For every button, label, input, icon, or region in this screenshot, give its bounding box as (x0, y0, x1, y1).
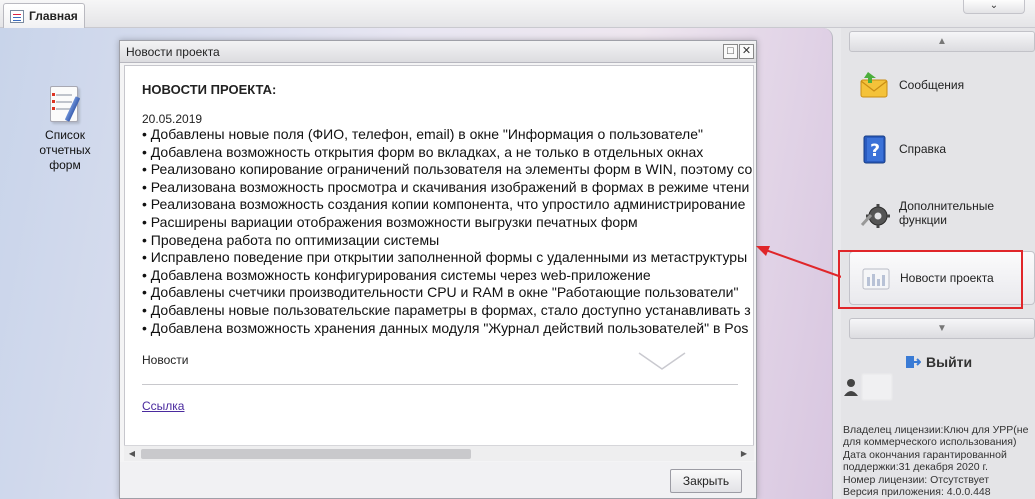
home-tab-icon (10, 9, 24, 23)
chevron-down-icon: ▼ (937, 323, 947, 334)
collapse-chevron-button[interactable]: ⌄ (963, 0, 1025, 14)
divider (142, 384, 738, 385)
exit-label: Выйти (926, 354, 973, 370)
menu-item-help[interactable]: ? Справка (849, 122, 1035, 176)
list-item: Реализована возможность просмотра и скач… (142, 179, 752, 197)
close-button[interactable]: Закрыть (670, 469, 742, 493)
highlight-annotation-box (838, 250, 1023, 309)
news-footer-label: Новости (142, 353, 189, 367)
list-item: Добавлена возможность открытия форм во в… (142, 144, 752, 162)
exit-button[interactable]: Выйти (905, 354, 972, 370)
tab-home[interactable]: Главная (3, 3, 85, 28)
menu-item-label: Сообщения (899, 78, 965, 92)
list-item: Добавлены новые поля (ФИО, телефон, emai… (142, 126, 752, 144)
dialog-title: Новости проекта (126, 45, 220, 59)
menu-item-messages[interactable]: Сообщения (849, 58, 1035, 112)
close-icon: ✕ (741, 45, 752, 57)
horizontal-scrollbar[interactable]: ◀ ▶ (124, 445, 754, 461)
menu-scroll-down-button[interactable]: ▼ (849, 318, 1035, 339)
list-item: Добавлена возможность хранения данных мо… (142, 320, 752, 338)
chevron-up-icon: ▲ (937, 36, 947, 47)
logout-icon (905, 354, 922, 370)
news-content[interactable]: НОВОСТИ ПРОЕКТА: 20.05.2019 Добавлены но… (124, 65, 754, 461)
list-item: Добавлена возможность конфигурирования с… (142, 267, 752, 285)
news-link[interactable]: Ссылка (142, 399, 184, 413)
menu-scroll-up-button[interactable]: ▲ (849, 31, 1035, 52)
menu-item-extra-functions[interactable]: Дополнительные функции (849, 186, 1035, 240)
list-item: Расширены вариации отображения возможнос… (142, 214, 752, 232)
menu-item-label: Дополнительные функции (899, 199, 994, 227)
dialog-titlebar[interactable]: Новости проекта □ ✕ (120, 41, 756, 63)
menu-item-label: Справка (899, 142, 947, 156)
list-item: Добавлены счетчики производительности CP… (142, 284, 752, 302)
list-item: Добавлены новые пользовательские парамет… (142, 302, 752, 320)
desktop-shortcut-label: Список отчетных форм (39, 128, 91, 172)
chevron-down-icon: ⌄ (989, 0, 999, 11)
scroll-right-icon[interactable]: ▶ (738, 448, 750, 460)
report-forms-icon (46, 86, 84, 124)
list-item: Реализовано копирование ограничений поль… (142, 161, 753, 179)
envelope-icon (859, 69, 891, 101)
list-item: Реализована возможность создания копии к… (142, 196, 752, 214)
tab-home-label: Главная (29, 9, 78, 23)
news-date: 20.05.2019 (142, 112, 203, 126)
license-info: Владелец лицензии:Ключ для УРР(не для ко… (843, 424, 1029, 499)
gear-icon (859, 197, 891, 229)
dialog-button-bar: Закрыть (120, 462, 756, 498)
help-book-icon: ? (859, 133, 891, 165)
scrollbar-thumb[interactable] (141, 449, 471, 459)
news-list: Добавлены новые поля (ФИО, телефон, emai… (142, 126, 753, 338)
news-dialog: Новости проекта □ ✕ НОВОСТИ ПРОЕКТА: 20.… (119, 40, 757, 499)
top-tab-bar: Главная ⌄ (0, 0, 1035, 28)
maximize-button[interactable]: □ (723, 44, 738, 59)
list-item: Проведена работа по оптимизации системы (142, 232, 752, 250)
maximize-icon: □ (727, 45, 734, 57)
svg-text:?: ? (870, 141, 880, 161)
user-icon (844, 379, 858, 396)
expand-chevron-icon[interactable] (637, 350, 687, 372)
news-heading: НОВОСТИ ПРОЕКТА: (142, 82, 277, 97)
user-name-redacted (862, 374, 892, 400)
dialog-close-x-button[interactable]: ✕ (739, 44, 754, 59)
desktop-shortcut-report-forms[interactable]: Список отчетных форм (35, 86, 95, 173)
list-item: Исправлено поведение при открытии заполн… (142, 249, 752, 267)
scroll-left-icon[interactable]: ◀ (126, 448, 138, 460)
